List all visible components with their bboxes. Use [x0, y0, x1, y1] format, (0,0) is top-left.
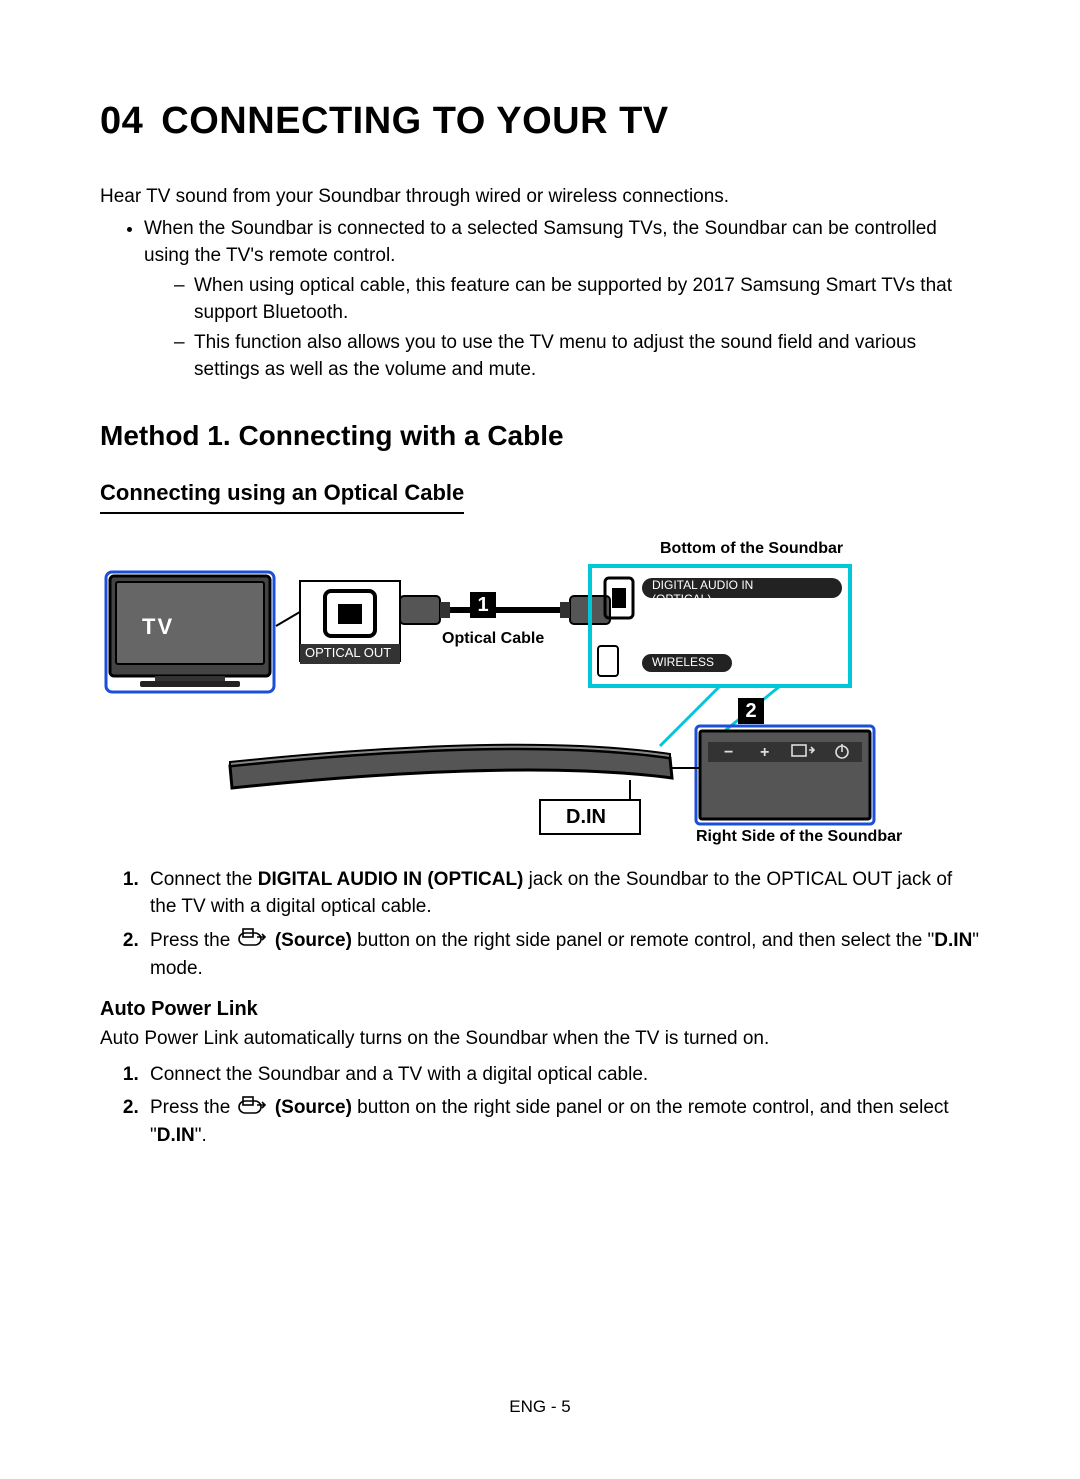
- chapter-title-text: CONNECTING TO YOUR TV: [161, 100, 668, 142]
- text-bold: (Source): [275, 1097, 352, 1118]
- text: ".: [195, 1125, 207, 1146]
- chapter-title: 04 CONNECTING TO YOUR TV: [100, 100, 980, 143]
- diagram-digital-audio-in: DIGITAL AUDIO IN (OPTICAL): [652, 578, 753, 606]
- source-icon: [238, 927, 268, 955]
- text: Press the: [150, 1097, 236, 1118]
- diagram-svg: − +: [100, 536, 980, 846]
- svg-text:+: +: [760, 744, 769, 761]
- text-bold: D.IN: [157, 1125, 195, 1146]
- connection-diagram: − + Bottom of the Soundbar TV OPTICAL OU…: [100, 536, 980, 846]
- chapter-number: 04: [100, 100, 143, 143]
- page-footer: ENG - 5: [0, 1397, 1080, 1417]
- step-item: Press the (Source) button on the right s…: [144, 927, 980, 982]
- text: Connect the: [150, 869, 258, 890]
- diagram-step-1-badge: 1: [470, 592, 496, 618]
- sub-heading: Connecting using an Optical Cable: [100, 480, 464, 514]
- intro-text: Hear TV sound from your Soundbar through…: [100, 183, 980, 211]
- text: Press the: [150, 930, 236, 951]
- text: button on the right side panel or on the…: [150, 1097, 949, 1146]
- dash-item: When using optical cable, this feature c…: [174, 272, 980, 327]
- diagram-wireless: WIRELESS: [652, 655, 714, 669]
- svg-text:−: −: [724, 744, 733, 761]
- text-bold: (Source): [275, 930, 352, 951]
- diagram-optical-out: OPTICAL OUT: [305, 645, 391, 660]
- diagram-step-2-badge: 2: [738, 698, 764, 724]
- bullet-text: When the Soundbar is connected to a sele…: [144, 218, 937, 267]
- diagram-right-side-label: Right Side of the Soundbar: [696, 828, 902, 846]
- diagram-tv-label: TV: [142, 614, 174, 640]
- method-heading: Method 1. Connecting with a Cable: [100, 420, 980, 452]
- bullet-item: When the Soundbar is connected to a sele…: [144, 215, 980, 384]
- source-icon: [238, 1095, 268, 1123]
- text-bold: D.IN: [934, 930, 972, 951]
- text-bold: DIGITAL AUDIO IN (OPTICAL): [258, 869, 524, 890]
- text: button on the right side panel or remote…: [352, 930, 934, 951]
- step-item: Connect the Soundbar and a TV with a dig…: [144, 1061, 980, 1089]
- diagram-din-text: D.IN: [566, 806, 606, 829]
- auto-power-link-intro: Auto Power Link automatically turns on t…: [100, 1025, 980, 1053]
- diagram-optical-cable: Optical Cable: [442, 630, 544, 648]
- auto-power-link-heading: Auto Power Link: [100, 998, 980, 1021]
- dash-item: This function also allows you to use the…: [174, 329, 980, 384]
- step-item: Connect the DIGITAL AUDIO IN (OPTICAL) j…: [144, 866, 980, 921]
- step-item: Press the (Source) button on the right s…: [144, 1094, 980, 1149]
- diagram-bottom-label: Bottom of the Soundbar: [660, 540, 843, 558]
